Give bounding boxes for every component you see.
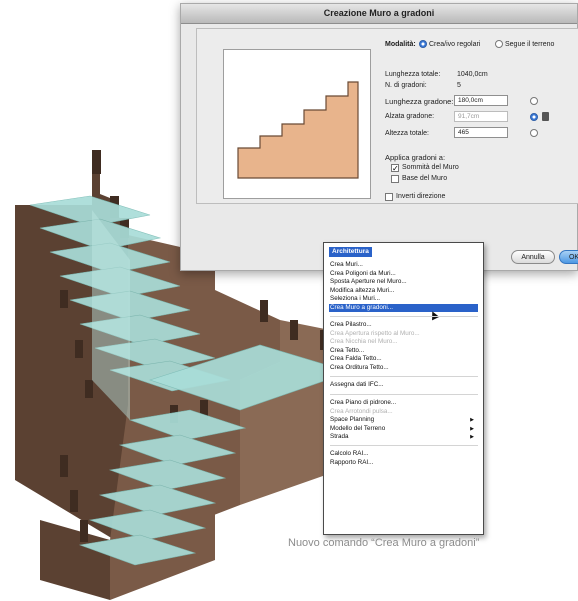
altezza-totale-radio[interactable] [530, 129, 538, 137]
menu-item-calcolo-rai[interactable]: Calcolo RAI... [330, 450, 478, 459]
alzata-gradone-radio[interactable] [530, 113, 538, 121]
stepped-wall-preview-shape [237, 81, 359, 179]
menu-item-modifica-altezza[interactable]: Modifica altezza Muri... [330, 287, 478, 296]
menu-item-space-planning[interactable]: Space Planning ▶ [330, 416, 478, 425]
altezza-totale-label: Altezza totale: [385, 130, 429, 137]
alzata-gradone-input[interactable]: 91,7cm [454, 111, 508, 122]
menu-title: Architettura [329, 247, 372, 257]
stepped-wall-preview [223, 49, 371, 199]
inverti-checkbox[interactable] [385, 193, 393, 201]
n-gradoni-label: N. di gradoni: [385, 82, 427, 89]
modalita-regolari-label: Crea/ivo regolari [429, 41, 481, 48]
submenu-arrow-icon: ▶ [470, 434, 474, 440]
menu-separator [330, 445, 478, 446]
lunghezza-gradone-input[interactable]: 180,0cm [454, 95, 508, 106]
modalita-terreno-label: Segue il terreno [505, 41, 555, 48]
menu-separator [330, 376, 478, 377]
strada-label: Strada [330, 433, 349, 440]
lower-left-wall [40, 520, 110, 600]
menu-item-modello-terreno[interactable]: Modello del Terreno ▶ [330, 425, 478, 434]
menu-item-crea-muro-gradoni[interactable]: Crea Muro a gradoni... [329, 303, 478, 312]
inverti-label: Inverti direzione [396, 193, 446, 200]
menu-item-rapporto-rai[interactable]: Rapporto RAI... [330, 459, 478, 468]
lunghezza-gradone-label: Lunghezza gradone: [385, 97, 454, 106]
dialog-content: Modalità: Crea/ivo regolari Segue il ter… [196, 28, 578, 204]
dialog-title: Creazione Muro a gradoni [181, 4, 577, 24]
lunghezza-totale-label: Lunghezza totale: [385, 71, 441, 78]
base-label: Base del Muro [402, 175, 448, 182]
menu-item-crea-piano[interactable]: Crea Piano di pidrone... [330, 399, 478, 408]
modalita-regolari-radio[interactable] [419, 40, 427, 48]
menu-item-crea-poligoni[interactable]: Crea Poligoni da Muri... [330, 270, 478, 279]
sommita-checkbox[interactable]: ✓ [391, 164, 399, 173]
base-checkbox[interactable] [391, 175, 399, 183]
submenu-arrow-icon: ▶ [470, 417, 474, 423]
modalita-label: Modalità: [385, 41, 416, 48]
sommita-label: Sommità del Muro [402, 164, 459, 171]
menu-item-assegna-ifc[interactable]: Assegna dati IFC... [330, 381, 478, 390]
menu-item-strada[interactable]: Strada ▶ [330, 433, 478, 442]
menu-item-crea-orditura[interactable]: Crea Orditura Tetto... [330, 364, 478, 373]
menu-separator [330, 394, 478, 395]
stepped-wall-dialog: Creazione Muro a gradoni Modalità: Crea/… [180, 3, 578, 271]
menu-item-crea-arrotondi: Crea Arrotondi pulsa... [330, 407, 393, 415]
space-planning-label: Space Planning [330, 416, 375, 423]
submenu-arrow-icon: ▶ [470, 425, 474, 432]
lunghezza-totale-value: 1040,0cm [457, 71, 488, 78]
menu-item-crea-falda[interactable]: Crea Falda Tetto... [330, 355, 478, 364]
n-gradoni-value: 5 [457, 82, 461, 89]
caption: Nuovo comando “Crea Muro a gradoni” [288, 537, 480, 549]
altezza-totale-input[interactable]: 465 [454, 127, 508, 138]
menu-item-sposta-aperture[interactable]: Sposta Aperture nel Muro... [330, 278, 478, 287]
menu-item-seleziona-muri[interactable]: Seleziona i Muri... [330, 295, 478, 304]
menu-item-crea-tetto[interactable]: Crea Tetto... [330, 347, 478, 356]
menu-separator [330, 316, 478, 317]
architettura-menu: Architettura Crea Muri... Crea Poligoni … [323, 242, 484, 535]
menu-item-crea-muri[interactable]: Crea Muri... [330, 261, 478, 270]
lock-icon[interactable] [542, 112, 549, 121]
modello-terreno-label: Modello del Terreno [330, 424, 386, 432]
modalita-terreno-radio[interactable] [495, 40, 503, 48]
menu-item-crea-pilastro[interactable]: Crea Pilastro... [330, 321, 478, 330]
menu-item-crea-apertura: Crea Apertura rispetto al Muro... [330, 329, 420, 337]
lunghezza-gradone-radio[interactable] [530, 97, 538, 105]
cancel-button[interactable]: Annulla [511, 250, 555, 264]
alzata-gradone-label: Alzata gradone: [385, 113, 435, 120]
menu-item-crea-nicchia: Crea Nicchia nel Muro... [330, 338, 398, 345]
ok-button[interactable]: OK [559, 250, 578, 264]
applica-gradoni-label: Applica gradoni a: [385, 153, 446, 162]
